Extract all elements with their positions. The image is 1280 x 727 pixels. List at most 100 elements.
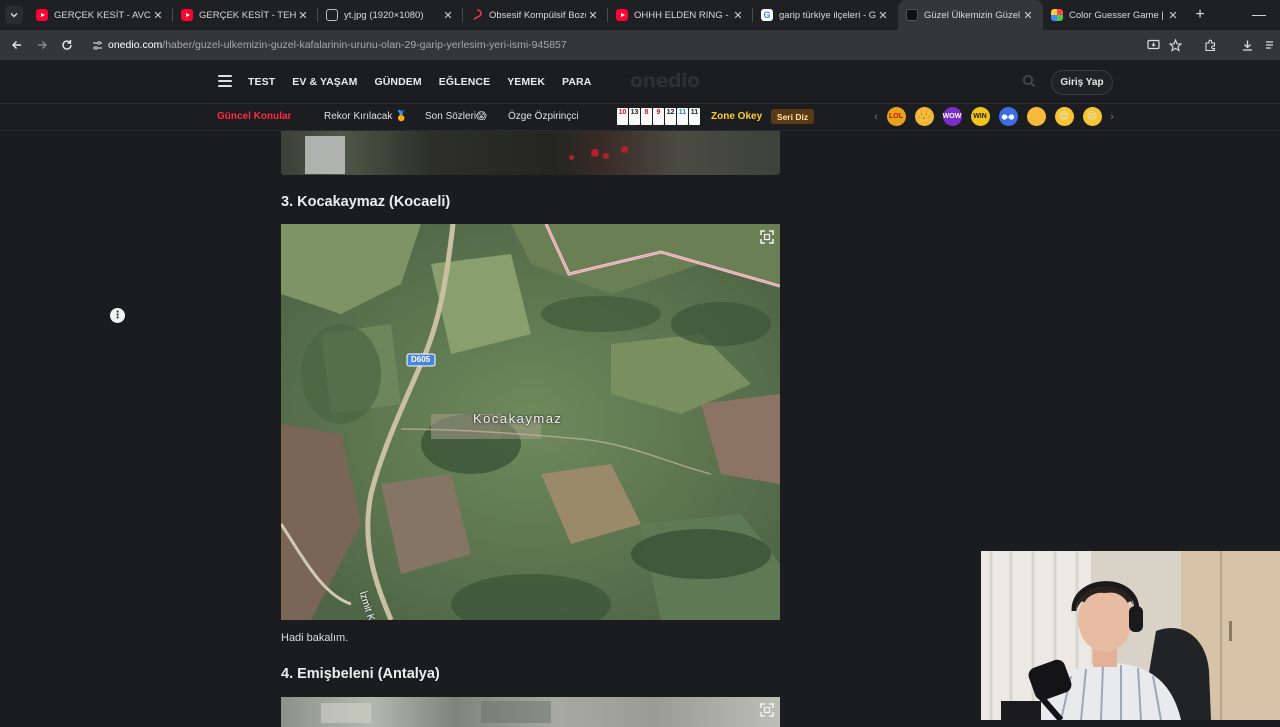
new-tab-button[interactable]: + [1188,6,1212,24]
seri-diz-button[interactable]: Seri Diz [771,109,814,124]
topic-link[interactable]: Son Sözleri😱 [425,111,487,122]
close-icon[interactable]: ✕ [296,9,310,22]
info-icon[interactable]: ⋮ [110,308,125,323]
download-icon[interactable] [1236,30,1258,60]
browser-toolbar: onedio.com/haber/guzel-ulkemizin-guzel-k… [0,30,1280,60]
back-arrow-icon [11,41,21,49]
zone-okey-link[interactable]: Zone Okey [711,111,762,122]
back-button[interactable] [4,30,29,60]
search-icon[interactable] [1022,74,1036,88]
previous-article-image [281,131,780,175]
tab-title: Color Guesser Game | Gu [1069,9,1166,21]
topic-link[interactable]: Rekor Kırılacak 🏅 [324,111,408,122]
obs-icon [471,9,483,21]
browser-tab-active[interactable]: Güzel Ülkemizin Güzel Ka ✕ [898,0,1043,30]
browser-tab[interactable]: Obsesif Kompülsif Bozukl ✕ [463,0,608,30]
hamburger-menu-icon[interactable] [218,75,232,87]
reaction-sad-icon[interactable]: 😢 [1082,107,1102,126]
color-guesser-icon [1051,9,1063,21]
main-nav: TEST EV & YAŞAM GÜNDEM EĞLENCE YEMEK PAR… [248,60,608,104]
nav-link-ev-yasam[interactable]: EV & YAŞAM [292,76,357,88]
browser-tab[interactable]: Color Guesser Game | Gu ✕ [1043,0,1188,30]
close-icon[interactable]: ✕ [151,9,165,22]
youtube-icon [36,9,48,21]
chevron-down-icon [5,6,23,24]
reaction-love-icon[interactable]: 😍 [1054,107,1074,126]
map-road-badge: D605 [411,355,431,364]
reading-list-icon[interactable] [1260,30,1280,60]
login-button[interactable]: Giriş Yap [1051,70,1113,95]
tab-search-button[interactable] [0,0,28,30]
reaction-carousel: ‹ LOL 👑 WOW WIN 😍 😢 › [870,107,1118,126]
topic-link[interactable]: Özge Özpirinçci [508,111,579,122]
minimize-button[interactable]: — [1252,6,1266,22]
hot-topics-label[interactable]: Güncel Konular [217,111,291,122]
close-icon[interactable]: ✕ [1166,9,1180,22]
bookmark-star-icon[interactable] [1164,30,1186,60]
expand-icon[interactable] [760,703,774,717]
okey-tile: 11 [689,108,700,125]
browser-tab[interactable]: G garip türkiye ilçeleri - Goo ✕ [753,0,898,30]
close-icon[interactable]: ✕ [586,9,600,22]
site-settings-icon[interactable] [86,40,108,51]
browser-tab[interactable]: OHHH ELDEN RING - You ✕ [608,0,753,30]
browser-tab[interactable]: yt.jpg (1920×1080) ✕ [318,0,463,30]
forward-arrow-icon [37,41,47,49]
forward-button[interactable] [29,30,54,60]
onedio-icon [906,9,918,21]
close-icon[interactable]: ✕ [876,9,890,22]
site-header: TEST EV & YAŞAM GÜNDEM EĞLENCE YEMEK PAR… [0,60,1280,104]
youtube-icon [181,9,193,21]
address-bar[interactable]: onedio.com/haber/guzel-ulkemizin-guzel-k… [86,34,1188,56]
browser-tab[interactable]: GERÇEK KESİT - AVCI - You ✕ [28,0,173,30]
tab-title: garip türkiye ilçeleri - Goo [779,9,876,21]
okey-tile: 11 [677,108,688,125]
site-logo[interactable]: onedio [630,70,700,92]
okey-tile: 9 [653,108,664,125]
chevron-left-icon[interactable]: ‹ [870,111,882,123]
reaction-wow-icon[interactable]: WOW [942,107,962,126]
tab-title: OHHH ELDEN RING - You [634,9,731,21]
okey-tile: 8 [641,108,652,125]
map-image-emisbeleni[interactable] [281,697,780,727]
expand-icon[interactable] [760,230,774,244]
okey-tile: 13 [629,108,640,125]
reaction-win-icon[interactable]: WIN [970,107,990,126]
okey-tile: 10 [617,108,628,125]
nav-link-gundem[interactable]: GÜNDEM [374,76,421,88]
browser-tab[interactable]: GERÇEK KESİT - TEHLİKELİ ✕ [173,0,318,30]
tab-title: GERÇEK KESİT - TEHLİKELİ [199,9,296,21]
tab-title: GERÇEK KESİT - AVCI - You [54,9,151,21]
section-title-4: 4. Emişbeleni (Antalya) [281,666,440,682]
tab-title: yt.jpg (1920×1080) [344,9,424,21]
close-icon[interactable]: ✕ [441,9,455,22]
install-app-icon[interactable] [1142,30,1164,60]
section-title-3: 3. Kocakaymaz (Kocaeli) [281,194,451,210]
google-icon: G [761,9,773,21]
chevron-right-icon[interactable]: › [1106,111,1118,123]
tab-title: Güzel Ülkemizin Güzel Ka [924,9,1021,21]
map-caption: Hadi bakalım. [281,632,349,644]
tab-title: Obsesif Kompülsif Bozukl [489,9,586,21]
reaction-glasses-icon[interactable] [998,107,1018,126]
nav-link-eglence[interactable]: EĞLENCE [439,76,490,88]
okey-tile: 12 [665,108,676,125]
reaction-lol-icon[interactable]: LOL [886,107,906,126]
reaction-neutral-icon[interactable] [1026,107,1046,126]
okey-tiles-logo[interactable]: 10 13 8 9 12 11 11 [617,108,700,125]
reload-button[interactable] [54,30,79,60]
globe-icon [326,9,338,21]
close-icon[interactable]: ✕ [1021,9,1035,22]
url-host: onedio.com [108,39,163,51]
youtube-icon [616,9,628,21]
url-path: /haber/guzel-ulkemizin-guzel-kafalarinin… [162,39,567,51]
nav-link-test[interactable]: TEST [248,76,275,88]
nav-link-yemek[interactable]: YEMEK [507,76,545,88]
reload-icon [61,40,72,50]
map-image-kocakaymaz[interactable]: D605 Kocakaymaz İzmit K [281,224,780,620]
map-place-label: Kocakaymaz [473,411,563,426]
extensions-icon[interactable] [1199,30,1221,60]
close-icon[interactable]: ✕ [731,9,745,22]
nav-link-para[interactable]: PARA [562,76,591,88]
reaction-crown-icon[interactable]: 👑 [914,107,934,126]
